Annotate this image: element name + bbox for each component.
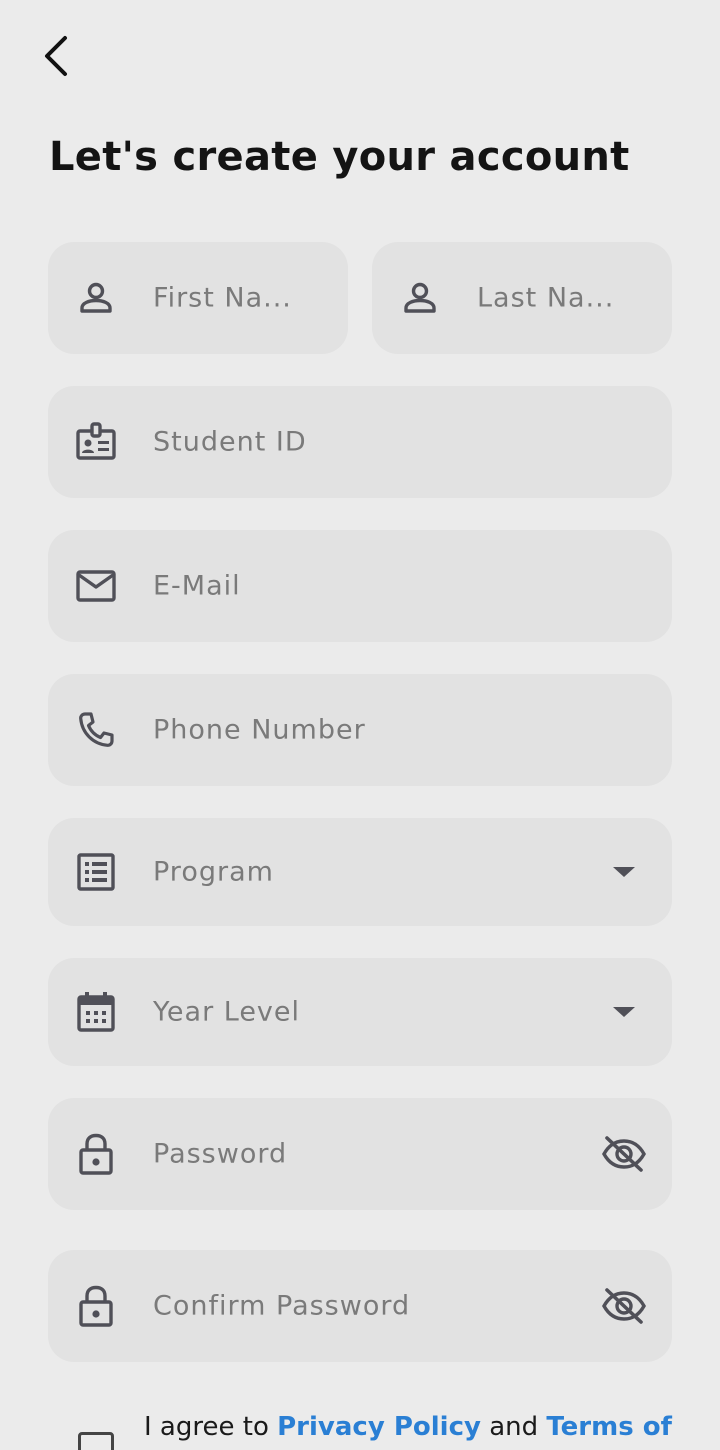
agreement-middle: and <box>480 1412 547 1442</box>
year-level-placeholder: Year Level <box>153 996 301 1028</box>
privacy-policy-link[interactable]: Privacy Policy <box>277 1412 481 1442</box>
id-badge-icon <box>75 421 117 463</box>
calendar-icon <box>75 991 117 1033</box>
confirm-password-field[interactable]: Confirm Password <box>48 1250 672 1362</box>
student-id-placeholder: Student ID <box>153 426 307 458</box>
back-button[interactable] <box>30 28 82 84</box>
dropdown-arrow-icon[interactable] <box>598 846 650 898</box>
program-select[interactable]: Program <box>48 818 672 926</box>
eye-off-icon[interactable] <box>598 1128 650 1180</box>
program-placeholder: Program <box>153 856 274 888</box>
password-placeholder: Password <box>153 1138 288 1170</box>
person-icon <box>399 277 441 319</box>
chevron-left-icon <box>45 36 67 76</box>
email-placeholder: E-Mail <box>153 570 241 602</box>
first-name-field[interactable]: First Na... <box>48 242 348 354</box>
email-field[interactable]: E-Mail <box>48 530 672 642</box>
lock-icon <box>75 1285 117 1327</box>
page-title: Let's create your account <box>49 134 630 180</box>
agreement-prefix: I agree to <box>144 1412 278 1442</box>
confirm-password-placeholder: Confirm Password <box>153 1290 411 1322</box>
password-field[interactable]: Password <box>48 1098 672 1210</box>
year-level-select[interactable]: Year Level <box>48 958 672 1066</box>
first-name-placeholder: First Na... <box>153 282 292 314</box>
agree-checkbox[interactable] <box>78 1432 114 1450</box>
dropdown-arrow-icon[interactable] <box>598 986 650 1038</box>
agreement-text: I agree to Privacy Policy and Terms of <box>144 1412 672 1442</box>
phone-field[interactable]: Phone Number <box>48 674 672 786</box>
last-name-placeholder: Last Na... <box>477 282 615 314</box>
terms-link[interactable]: Terms of <box>546 1412 672 1442</box>
person-icon <box>75 277 117 319</box>
phone-icon <box>75 709 117 751</box>
eye-off-icon[interactable] <box>598 1280 650 1332</box>
lock-icon <box>75 1133 117 1175</box>
student-id-field[interactable]: Student ID <box>48 386 672 498</box>
phone-placeholder: Phone Number <box>153 714 366 746</box>
mail-icon <box>75 565 117 607</box>
last-name-field[interactable]: Last Na... <box>372 242 672 354</box>
list-alt-icon <box>75 851 117 893</box>
